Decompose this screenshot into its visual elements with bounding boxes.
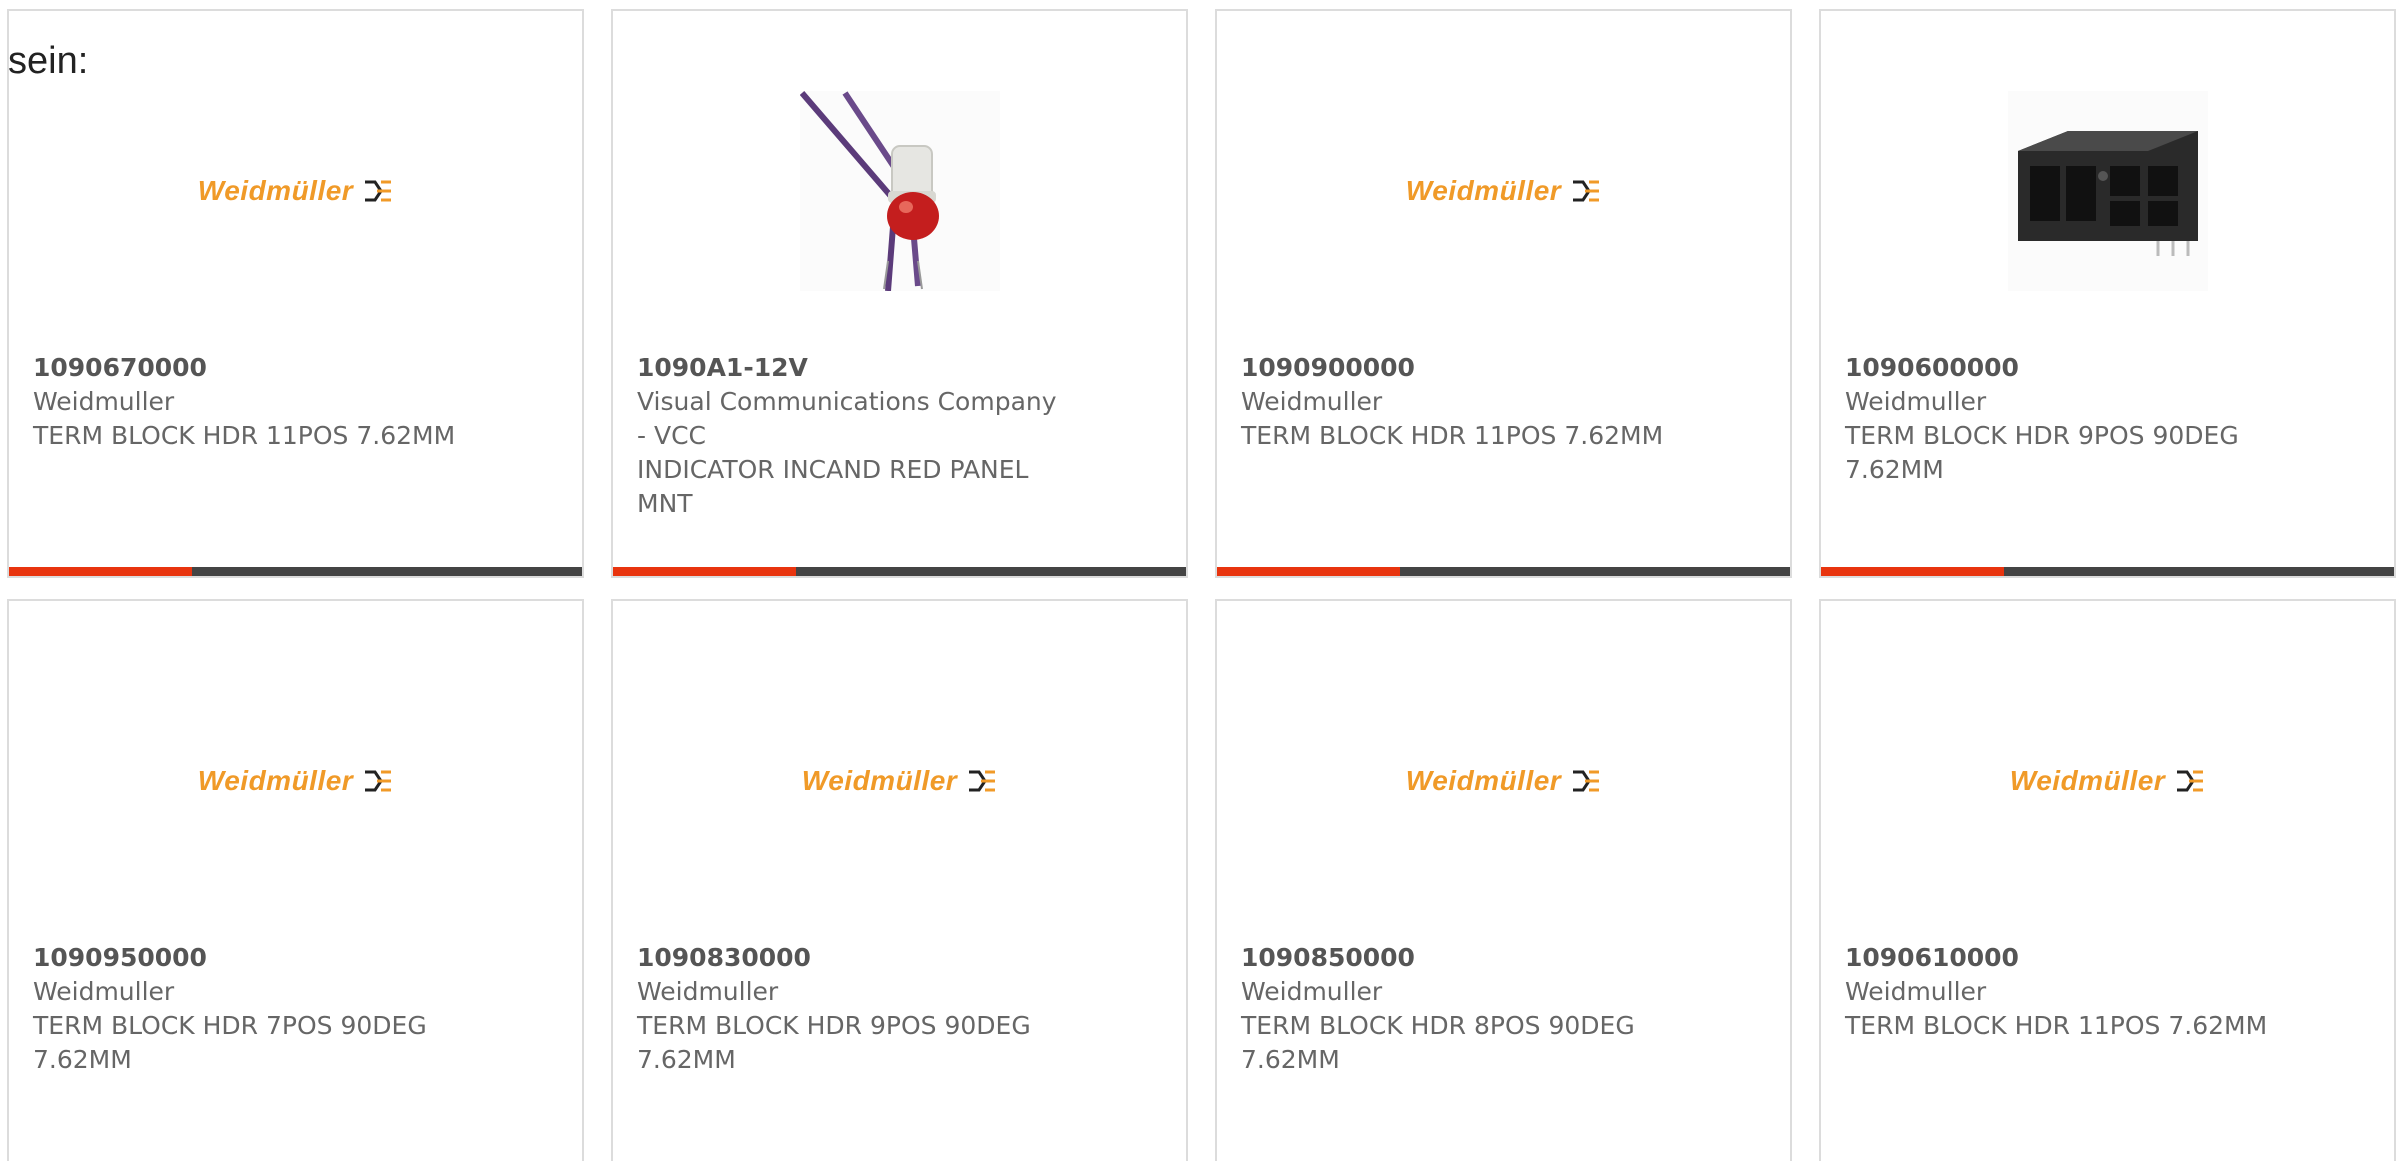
terminal-block-image	[2007, 91, 2208, 291]
product-grid-page: sein: Weidmüller 1090670000 Weidmuller T…	[0, 0, 2400, 1161]
product-image: Weidmüller	[1217, 71, 1790, 311]
product-card[interactable]: 1090600000 Weidmuller TERM BLOCK HDR 9PO…	[1819, 9, 2396, 578]
product-image: Weidmüller	[1821, 661, 2394, 901]
manufacturer: Weidmuller	[637, 977, 779, 1006]
weidmuller-logo: Weidmüller	[1406, 765, 1601, 797]
description-continued: 7.62MM	[1241, 1045, 1340, 1074]
part-number: 1090610000	[1845, 943, 2019, 972]
weidmuller-logo-icon	[2177, 770, 2204, 792]
weidmuller-logo: Weidmüller	[198, 765, 393, 797]
part-number: 1090950000	[33, 943, 207, 972]
logo-text: Weidmüller	[801, 765, 958, 796]
manufacturer: Weidmuller	[33, 977, 175, 1006]
description: TERM BLOCK HDR 11POS 7.62MM	[33, 421, 456, 450]
logo-text: Weidmüller	[197, 765, 354, 796]
description: TERM BLOCK HDR 7POS 90DEG	[33, 1011, 427, 1040]
manufacturer: Weidmuller	[33, 387, 175, 416]
weidmuller-logo-icon	[1573, 180, 1600, 202]
weidmuller-logo-icon	[1573, 770, 1600, 792]
weidmuller-logo: Weidmüller	[1406, 175, 1601, 207]
part-number: 1090850000	[1241, 943, 1415, 972]
description: TERM BLOCK HDR 9POS 90DEG	[637, 1011, 1031, 1040]
product-image: Weidmüller	[9, 71, 582, 311]
part-number: 1090600000	[1845, 353, 2019, 382]
logo-text: Weidmüller	[2009, 765, 2166, 796]
progress-bar	[1821, 567, 2394, 576]
part-number: 1090900000	[1241, 353, 1415, 382]
description: TERM BLOCK HDR 9POS 90DEG	[1845, 421, 2239, 450]
description-continued: 7.62MM	[33, 1045, 132, 1074]
product-image: Weidmüller	[613, 661, 1186, 901]
product-image: Weidmüller	[9, 661, 582, 901]
weidmuller-logo-icon	[365, 770, 392, 792]
progress-fill	[1217, 567, 1401, 576]
product-image	[1821, 71, 2394, 311]
product-card[interactable]: Weidmüller 1090610000 Weidmuller TERM BL…	[1819, 599, 2396, 1161]
part-number: 1090830000	[637, 943, 811, 972]
description-continued: MNT	[637, 489, 693, 518]
weidmuller-logo: Weidmüller	[2010, 765, 2205, 797]
progress-fill	[613, 567, 797, 576]
description: TERM BLOCK HDR 11POS 7.62MM	[1241, 421, 1664, 450]
logo-text: Weidmüller	[197, 175, 354, 206]
description: INDICATOR INCAND RED PANEL	[637, 455, 1029, 484]
description-continued: 7.62MM	[1845, 455, 1944, 484]
progress-fill	[1821, 567, 2005, 576]
weidmuller-logo-icon	[365, 180, 392, 202]
part-number: 1090670000	[33, 353, 207, 382]
page-heading: sein:	[8, 40, 89, 82]
product-card[interactable]: Weidmüller 1090900000 Weidmuller TERM BL…	[1215, 9, 1792, 578]
logo-text: Weidmüller	[1405, 175, 1562, 206]
product-card[interactable]: Weidmüller 1090850000 Weidmuller TERM BL…	[1215, 599, 1792, 1161]
product-image: Weidmüller	[1217, 661, 1790, 901]
progress-fill	[9, 567, 193, 576]
weidmuller-logo-icon	[969, 770, 996, 792]
manufacturer: Weidmuller	[1845, 387, 1987, 416]
product-card[interactable]: Weidmüller 1090830000 Weidmuller TERM BL…	[611, 599, 1188, 1161]
product-card[interactable]: 1090A1-12V Visual Communications Company…	[611, 9, 1188, 578]
part-number: 1090A1-12V	[637, 353, 808, 382]
description: TERM BLOCK HDR 8POS 90DEG	[1241, 1011, 1635, 1040]
logo-text: Weidmüller	[1405, 765, 1562, 796]
indicator-lamp-image	[799, 91, 1000, 291]
product-card[interactable]: Weidmüller 1090950000 Weidmuller TERM BL…	[7, 599, 584, 1161]
manufacturer: Visual Communications Company	[637, 387, 1057, 416]
progress-bar	[613, 567, 1186, 576]
description: TERM BLOCK HDR 11POS 7.62MM	[1845, 1011, 2268, 1040]
product-image	[613, 71, 1186, 311]
weidmuller-logo: Weidmüller	[198, 175, 393, 207]
product-card[interactable]: Weidmüller 1090670000 Weidmuller TERM BL…	[7, 9, 584, 578]
description-continued: 7.62MM	[637, 1045, 736, 1074]
weidmuller-logo: Weidmüller	[802, 765, 997, 797]
manufacturer: Weidmuller	[1241, 977, 1383, 1006]
progress-bar	[9, 567, 582, 576]
manufacturer: Weidmuller	[1241, 387, 1383, 416]
progress-bar	[1217, 567, 1790, 576]
manufacturer: Weidmuller	[1845, 977, 1987, 1006]
manufacturer-continued: - VCC	[637, 421, 706, 450]
